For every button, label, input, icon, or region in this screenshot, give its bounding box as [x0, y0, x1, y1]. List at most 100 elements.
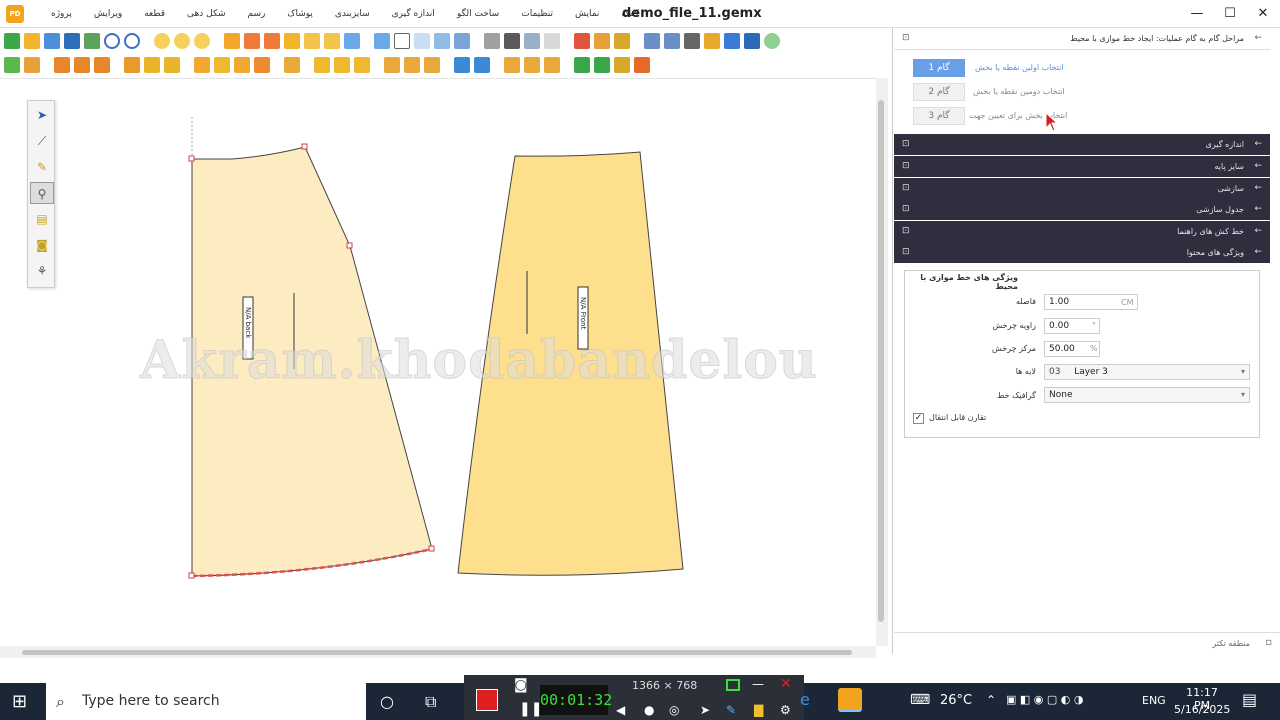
import-icon[interactable]: [84, 33, 100, 49]
camera-icon[interactable]: [504, 33, 520, 49]
edge-browser-icon[interactable]: e: [800, 690, 810, 709]
seam-icon[interactable]: [524, 57, 540, 73]
vertical-scroll-thumb[interactable]: [878, 100, 884, 622]
grade-icon[interactable]: [474, 57, 490, 73]
folder-icon[interactable]: ▇: [754, 703, 763, 717]
speaker-icon[interactable]: ◀: [616, 703, 625, 717]
corner-point[interactable]: [188, 155, 195, 162]
grid-icon[interactable]: [284, 33, 300, 49]
zoom-in-icon[interactable]: [174, 33, 190, 49]
tool-icon[interactable]: [574, 33, 590, 49]
section-grading[interactable]: ⊡ سازشی ←: [894, 178, 1270, 199]
nest-icon[interactable]: [264, 33, 280, 49]
help-icon[interactable]: [764, 33, 780, 49]
pin-icon[interactable]: ⊡: [902, 242, 910, 263]
piece-tool-icon[interactable]: [194, 57, 210, 73]
table-icon[interactable]: [394, 33, 410, 49]
ruler-icon[interactable]: [454, 33, 470, 49]
draw-tool-icon[interactable]: [4, 57, 20, 73]
horizontal-scroll-thumb[interactable]: [22, 650, 852, 655]
collapse-arrow-icon[interactable]: ←: [1254, 242, 1262, 263]
draw-tool-icon[interactable]: [94, 57, 110, 73]
garment-icon[interactable]: [594, 57, 610, 73]
seam-icon[interactable]: [544, 57, 560, 73]
expand-icon[interactable]: ▫: [1265, 637, 1272, 648]
mic-icon[interactable]: ●: [644, 703, 654, 717]
grid-toggle-icon[interactable]: [544, 33, 560, 49]
camera-icon[interactable]: ◙: [514, 677, 528, 693]
zoom-icon[interactable]: [154, 33, 170, 49]
menu-item[interactable]: اندازه گیری: [381, 0, 446, 28]
redo-icon[interactable]: [124, 33, 140, 49]
notification-icon[interactable]: ▤: [1242, 690, 1257, 709]
report-icon[interactable]: [724, 33, 740, 49]
layout-icon[interactable]: [244, 33, 260, 49]
new-icon[interactable]: [4, 33, 20, 49]
clock-date[interactable]: 5/16/2025: [1174, 703, 1230, 716]
cursor-icon[interactable]: ➤: [700, 703, 710, 717]
print-preview-icon[interactable]: [644, 33, 660, 49]
tool-icon[interactable]: [594, 33, 610, 49]
corner-point[interactable]: [346, 242, 353, 249]
pen-icon[interactable]: ✎: [726, 703, 736, 717]
collapse-arrow-icon[interactable]: ←: [1254, 156, 1262, 177]
pause-icon[interactable]: ❚❚: [519, 701, 542, 717]
language-indicator[interactable]: ENG: [1142, 694, 1166, 707]
play-icon[interactable]: [344, 33, 360, 49]
step-3-button[interactable]: گام 3: [913, 107, 965, 125]
line-tool-icon[interactable]: [124, 57, 140, 73]
save-as-icon[interactable]: [64, 33, 80, 49]
menu-item[interactable]: پوشاک: [276, 0, 324, 28]
zoom-out-icon[interactable]: [194, 33, 210, 49]
menu-item[interactable]: سایزبندی: [324, 0, 381, 28]
export-icon[interactable]: [704, 33, 720, 49]
corner-point[interactable]: [301, 143, 308, 150]
collapse-arrow-icon[interactable]: ←: [1254, 28, 1262, 49]
paste-icon[interactable]: [324, 33, 340, 49]
tray-chevron-icon[interactable]: ⌃: [986, 693, 996, 707]
grade-icon[interactable]: [454, 57, 470, 73]
weather-text[interactable]: 26°C: [940, 693, 972, 708]
symmetry-checkbox[interactable]: ✓: [913, 413, 924, 424]
fold-icon[interactable]: [354, 57, 370, 73]
menu-item[interactable]: شکل دهی: [176, 0, 236, 28]
collapse-arrow-icon[interactable]: ←: [1254, 199, 1262, 220]
fold-icon[interactable]: [334, 57, 350, 73]
collapse-arrow-icon[interactable]: ←: [1254, 178, 1262, 199]
plot-icon[interactable]: [664, 33, 680, 49]
piece-tool-icon[interactable]: [234, 57, 250, 73]
menu-item[interactable]: قطعه: [133, 0, 176, 28]
pin-icon[interactable]: ⊡: [902, 28, 910, 49]
pin-icon[interactable]: ⊡: [902, 199, 910, 220]
gear-icon[interactable]: ⚙: [780, 703, 791, 717]
task-view-icon[interactable]: ⧉: [425, 692, 436, 712]
collapse-arrow-icon[interactable]: ←: [1254, 134, 1262, 155]
measure-tool-icon[interactable]: ⚲: [30, 182, 54, 204]
webcam-icon[interactable]: ◎: [669, 703, 679, 717]
calc-icon[interactable]: [744, 33, 760, 49]
garment-icon[interactable]: [634, 57, 650, 73]
close-recorder-icon[interactable]: ✕: [780, 676, 792, 692]
menu-item[interactable]: تنظیمات: [510, 0, 564, 28]
draw-tool-icon[interactable]: [74, 57, 90, 73]
piece-tool-icon[interactable]: [254, 57, 270, 73]
menu-item[interactable]: ویرایش: [83, 0, 133, 28]
section-guides[interactable]: ⊡ خط کش های راهنما ←: [894, 221, 1270, 242]
pin-icon[interactable]: ⊡: [902, 221, 910, 242]
step-2-button[interactable]: گام 2: [913, 83, 965, 101]
section-measurement[interactable]: ⊡ اندازه گیری ←: [894, 134, 1270, 155]
cortana-icon[interactable]: ○: [380, 692, 394, 711]
mirror-icon[interactable]: [284, 57, 300, 73]
point-edit-icon[interactable]: ⟋: [30, 130, 54, 152]
corner-point[interactable]: [188, 572, 195, 579]
text-tool-icon[interactable]: [224, 33, 240, 49]
piece-tool-icon[interactable]: [214, 57, 230, 73]
menu-item[interactable]: نمایش: [564, 0, 610, 28]
collapse-arrow-icon[interactable]: ←: [1254, 221, 1262, 242]
ruler-tool-icon[interactable]: ▤: [30, 208, 54, 230]
snap-icon[interactable]: [374, 33, 390, 49]
copy-icon[interactable]: [304, 33, 320, 49]
seam-icon[interactable]: [504, 57, 520, 73]
pin-icon[interactable]: ⊡: [902, 178, 910, 199]
section-content-properties[interactable]: ⊡ ویژگی های محتوا ←: [894, 242, 1270, 263]
